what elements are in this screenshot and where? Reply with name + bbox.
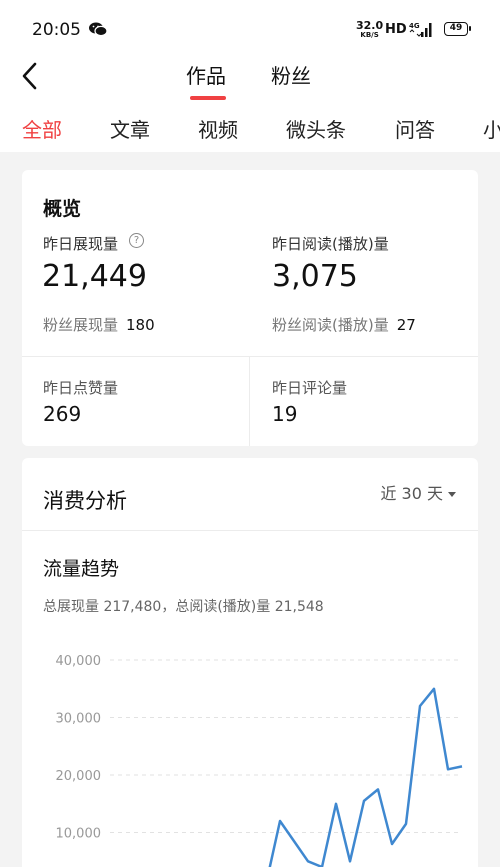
series-line (268, 687, 463, 867)
speed-unit: KB/S (360, 31, 379, 39)
date-range-label: 近 30 天 (380, 484, 443, 503)
y-tick-label: 10,000 (56, 827, 102, 842)
traffic-totals: 总展现量 217,480，总阅读(播放)量 21,548 (43, 599, 324, 615)
fan-impressions-value: 180 (126, 316, 155, 334)
caret-down-icon (448, 492, 456, 497)
date-range-dropdown[interactable]: 近 30 天 (380, 480, 456, 504)
hd-indicator: HD (385, 22, 407, 37)
consumption-title: 消费分析 (43, 489, 127, 513)
category-qa[interactable]: 问答 (395, 114, 435, 143)
wechat-icon (89, 22, 108, 37)
chevron-left-icon[interactable] (18, 58, 44, 94)
speed-value: 32.0 (356, 19, 384, 32)
impressions-value: 21,449 (42, 259, 147, 294)
category-all[interactable]: 全部 (22, 114, 62, 143)
y-tick-label: 40,000 (56, 654, 102, 669)
overview-title: 概览 (43, 198, 82, 220)
battery-indicator: 49 (444, 22, 471, 36)
traffic-trend-chart: 40,000 30,000 20,000 10,000 (56, 654, 463, 867)
svg-text:4G: 4G (409, 22, 420, 30)
status-bar: 20:05 32.0 KB/S HD 4G 49 (0, 0, 500, 56)
impressions-label: 昨日展现量 (43, 235, 119, 253)
active-tab-indicator (190, 96, 226, 100)
reads-value: 3,075 (272, 259, 358, 294)
overview-column-divider (249, 356, 250, 446)
category-more[interactable]: 小 (483, 114, 500, 143)
consumption-divider (22, 530, 478, 531)
status-time: 20:05 (32, 20, 81, 40)
category-tabs: 全部 文章 视频 微头条 问答 小 (0, 106, 500, 152)
y-tick-label: 30,000 (56, 712, 102, 727)
question-circle-icon[interactable]: ? (129, 233, 144, 248)
overview-divider (22, 356, 478, 357)
traffic-trend-title: 流量趋势 (43, 558, 120, 580)
top-nav: 作品 粉丝 (0, 56, 500, 106)
overview-card: 概览 昨日展现量 ? 21,449 粉丝展现量 180 昨日阅读(播放)量 3,0… (22, 170, 478, 446)
tab-fans[interactable]: 粉丝 (271, 60, 311, 89)
category-micro-posts[interactable]: 微头条 (286, 114, 346, 143)
consumption-card: 消费分析 近 30 天 流量趋势 总展现量 217,480，总阅读(播放)量 2… (22, 458, 478, 867)
y-tick-label: 20,000 (56, 769, 102, 784)
fan-impressions: 粉丝展现量 180 (43, 314, 155, 335)
network-speed: 32.0 KB/S (356, 20, 383, 39)
tab-works[interactable]: 作品 (186, 60, 226, 89)
4g-signal-icon: 4G (409, 22, 432, 37)
likes-value: 269 (43, 402, 82, 426)
category-articles[interactable]: 文章 (110, 114, 150, 143)
category-videos[interactable]: 视频 (198, 114, 238, 143)
comments-label: 昨日评论量 (272, 379, 348, 397)
fan-reads: 粉丝阅读(播放)量 27 (272, 314, 416, 335)
reads-label: 昨日阅读(播放)量 (272, 235, 389, 253)
comments-value: 19 (272, 402, 298, 426)
fan-reads-value: 27 (396, 316, 416, 334)
likes-label: 昨日点赞量 (43, 379, 119, 397)
fan-reads-label: 粉丝阅读(播放)量 (272, 316, 389, 334)
fan-impressions-label: 粉丝展现量 (43, 316, 119, 334)
